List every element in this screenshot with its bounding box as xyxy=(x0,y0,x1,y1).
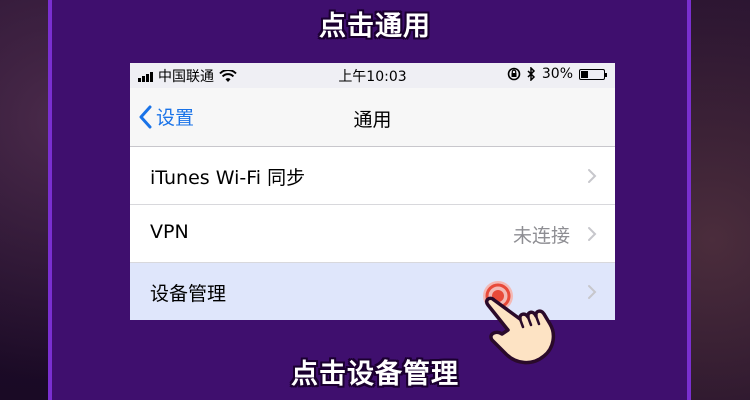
row-label: 设备管理 xyxy=(150,283,227,305)
battery-fill xyxy=(581,70,588,78)
row-label: VPN xyxy=(150,221,189,243)
battery-percent: 30% xyxy=(541,66,573,82)
row-vpn[interactable]: VPN 未连接 xyxy=(130,205,615,263)
top-caption: 点击通用 xyxy=(319,11,431,42)
row-itunes-wifi-sync[interactable]: iTunes Wi-Fi 同步 xyxy=(130,147,615,205)
status-bar: 中国联通 上午10:03 30% xyxy=(130,63,615,88)
page-title: 通用 xyxy=(353,109,392,131)
phone-screen: 中国联通 上午10:03 30% 设置 通用 iTunes Wi-Fi 同步 V… xyxy=(130,63,615,320)
chevron-right-icon xyxy=(588,285,597,299)
vpn-status: 未连接 xyxy=(512,225,570,247)
chevron-right-icon xyxy=(588,169,597,183)
bluetooth-icon xyxy=(527,67,535,81)
navigation-bar: 设置 通用 xyxy=(130,88,615,147)
rotation-lock-icon xyxy=(507,67,521,81)
bottom-caption: 点击设备管理 xyxy=(291,359,459,390)
row-label: iTunes Wi-Fi 同步 xyxy=(150,167,306,189)
chevron-right-icon xyxy=(588,227,597,241)
battery-icon xyxy=(579,68,607,80)
